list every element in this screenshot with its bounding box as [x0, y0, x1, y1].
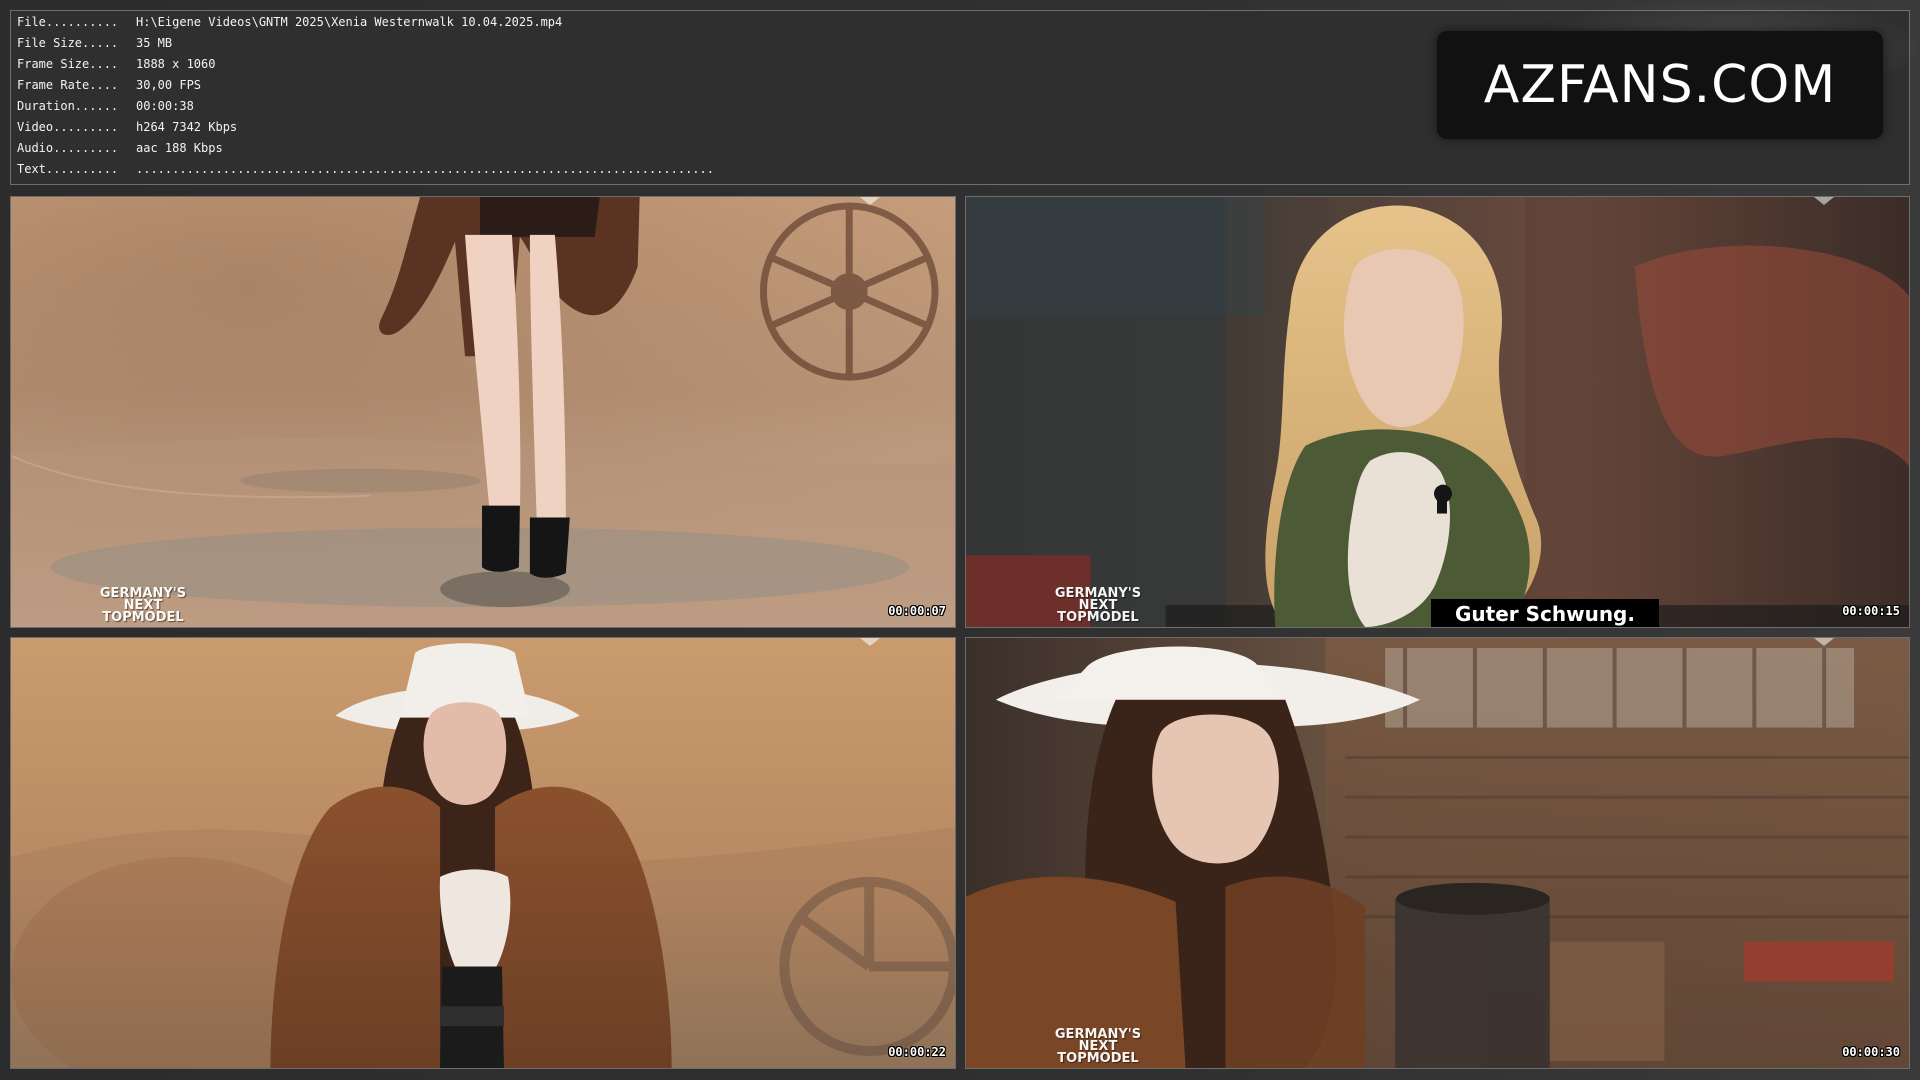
thumbnail-2: GERMANY'S NEXT TOPMODEL Guter Schwung. 0… [965, 196, 1910, 628]
file-info-value: 35 MB [136, 36, 173, 50]
file-info-key: File.......... [17, 15, 119, 29]
file-info-key: Duration...... [17, 99, 119, 113]
file-info-value: 1888 x 1060 [136, 57, 216, 71]
thumbnail-4-top-marker [1814, 638, 1834, 646]
thumbnail-1-top-marker [860, 197, 880, 205]
channel-logo-text: GERMANY'S NEXT TOPMODEL [99, 586, 187, 625]
channel-logo-text: GERMANY'S NEXT TOPMODEL [1054, 1027, 1142, 1066]
file-info-value: H:\Eigene Videos\GNTM 2025\Xenia Western… [136, 15, 563, 29]
file-info-key: Frame Size.... [17, 57, 119, 71]
video-contact-sheet: File.......... H:\Eigene Videos\GNTM 202… [0, 0, 1920, 1080]
thumbnail-4-image [966, 638, 1909, 1068]
thumbnail-3-top-marker [860, 638, 880, 646]
file-info-key: Video......... [17, 120, 119, 134]
thumbnail-2-image [966, 197, 1909, 627]
file-info-row-audio: Audio......... aac 188 Kbps [11, 138, 1909, 159]
thumbnail-1: GERMANY'S NEXT TOPMODEL 00:00:07 [10, 196, 956, 628]
timestamp: 00:00:30 [1842, 1045, 1900, 1059]
file-info-key: File Size..... [17, 36, 119, 50]
watermark-logo: AZFANS.COM [1437, 31, 1883, 139]
file-info-value: ........................................… [136, 162, 714, 176]
thumbnail-1-image [11, 197, 955, 627]
file-info-value: aac 188 Kbps [136, 141, 223, 155]
subtitle-caption: Guter Schwung. [1431, 599, 1659, 627]
channel-logo-gntm: GERMANY'S NEXT TOPMODEL [97, 586, 189, 625]
thumbnail-4: GERMANY'S NEXT TOPMODEL 00:00:30 [965, 637, 1910, 1069]
file-info-key: Audio......... [17, 141, 119, 155]
file-info-key: Frame Rate.... [17, 78, 119, 92]
channel-logo-text: GERMANY'S NEXT TOPMODEL [1054, 586, 1142, 625]
channel-logo-gntm: GERMANY'S NEXT TOPMODEL [1052, 1027, 1144, 1066]
watermark-text: AZFANS.COM [1483, 55, 1837, 115]
timestamp: 00:00:22 [888, 1045, 946, 1059]
timestamp: 00:00:15 [1842, 604, 1900, 618]
file-info-value: 30,00 FPS [136, 78, 202, 92]
timestamp: 00:00:07 [888, 604, 946, 618]
channel-logo-gntm: GERMANY'S NEXT TOPMODEL [1052, 586, 1144, 625]
thumbnail-3: 00:00:22 [10, 637, 956, 1069]
file-info-value: 00:00:38 [136, 99, 194, 113]
file-info-key: Text.......... [17, 162, 119, 176]
file-info-row-text: Text.......... .........................… [11, 159, 1909, 180]
thumbnail-2-top-marker [1814, 197, 1834, 205]
file-info-value: h264 7342 Kbps [136, 120, 238, 134]
thumbnail-3-image [11, 638, 955, 1068]
